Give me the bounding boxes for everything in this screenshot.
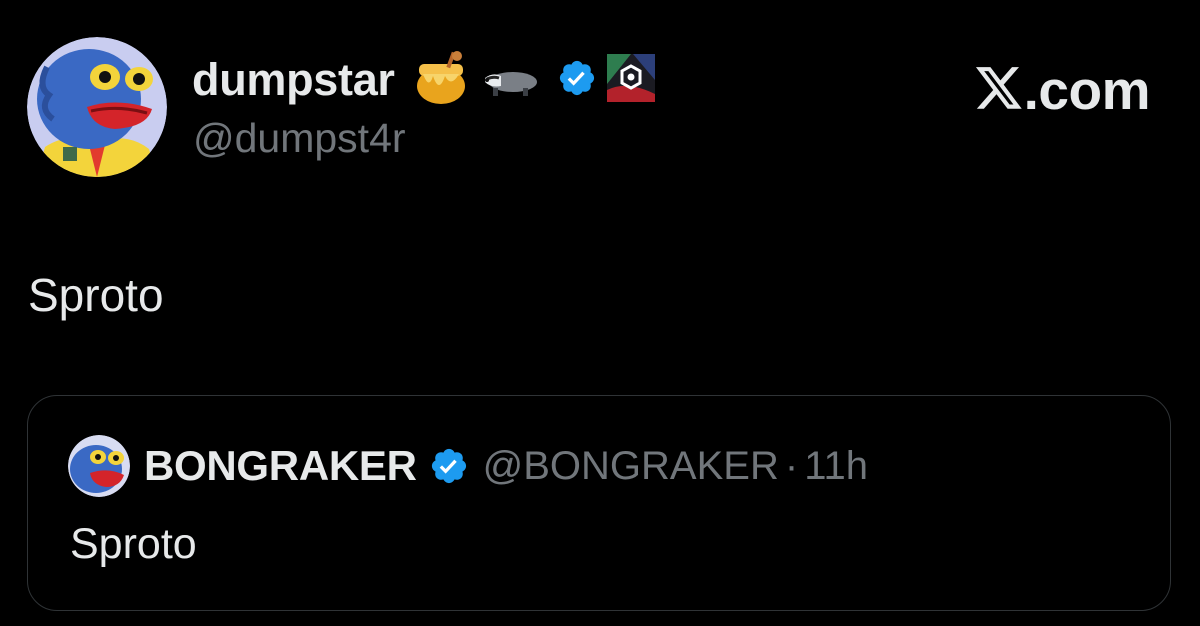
- quoted-handle[interactable]: @BONGRAKER: [483, 444, 779, 489]
- author-display-name[interactable]: dumpstar: [192, 54, 395, 106]
- site-domain-text: .com: [1023, 59, 1151, 121]
- honey-pot-icon: [413, 50, 469, 111]
- badger-icon: [479, 58, 543, 103]
- quoted-author-avatar[interactable]: [68, 435, 130, 497]
- quoted-tweet-text: Sproto: [70, 520, 197, 568]
- site-label: .com: [974, 58, 1151, 122]
- quoted-separator: ·: [784, 443, 799, 488]
- verified-badge-icon: [429, 446, 469, 486]
- author-avatar[interactable]: [27, 37, 167, 177]
- pepe-frog-avatar-icon: [27, 37, 167, 177]
- x-logo-icon: [974, 67, 1024, 113]
- quoted-tweet-header: BONGRAKER @BONGRAKER · 11h: [68, 435, 868, 497]
- author-handle[interactable]: @dumpst4r: [193, 115, 406, 162]
- tweet-text: Sproto: [28, 269, 164, 321]
- quoted-display-name[interactable]: BONGRAKER: [144, 442, 417, 490]
- blue-pepe-avatar-icon: [68, 435, 130, 497]
- project-logo-icon: [606, 53, 655, 107]
- quoted-timestamp[interactable]: 11h: [804, 444, 868, 489]
- author-name-row: dumpstar: [192, 50, 655, 111]
- verified-badge-icon: [557, 58, 597, 103]
- quoted-tweet-card[interactable]: BONGRAKER @BONGRAKER · 11h Sproto: [27, 395, 1171, 611]
